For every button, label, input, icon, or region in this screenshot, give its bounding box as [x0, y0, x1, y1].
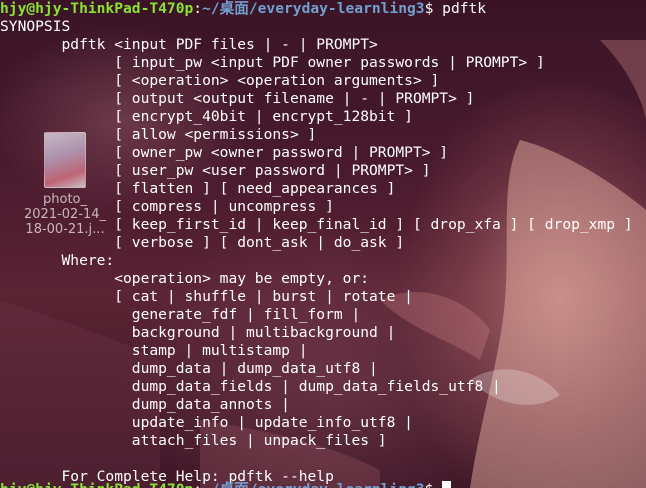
- prompt-separator: :: [193, 0, 203, 17]
- prompt-line: hjy@hjy-ThinkPad-T470p:~/桌面/everyday-lea…: [0, 0, 486, 18]
- output-line: [ <operation> <operation arguments> ]: [0, 72, 440, 89]
- output-line: dump_data_annots |: [0, 396, 290, 413]
- next-prompt-separator: :: [193, 481, 202, 488]
- next-prompt-path: ~/桌面/everyday-learnling3: [202, 481, 424, 488]
- output-line: [ owner_pw <owner password | PROMPT> ]: [0, 144, 449, 161]
- output-line: [ allow <permissions> ]: [0, 126, 317, 143]
- desktop: photo_ 2021-02-14_ 18-00-21.j... hjy@hjy…: [0, 0, 646, 488]
- output-line: [ output <output filename | - | PROMPT> …: [0, 90, 475, 107]
- output-line: [ flatten ] [ need_appearances ]: [0, 180, 396, 197]
- output-line: [ input_pw <input PDF owner passwords | …: [0, 54, 545, 71]
- output-line: background | multibackground |: [0, 324, 396, 341]
- output-line: dump_data_fields | dump_data_fields_utf8…: [0, 378, 501, 395]
- output-line: [ user_pw <user password | PROMPT> ]: [0, 162, 431, 179]
- output-line: pdftk <input PDF files | - | PROMPT>: [0, 36, 378, 53]
- output-line: [ verbose ] [ dont_ask | do_ask ]: [0, 234, 405, 251]
- output-line: update_info | update_info_utf8 |: [0, 414, 413, 431]
- output-line: [ compress | uncompress ]: [0, 198, 334, 215]
- output-line: [ encrypt_40bit | encrypt_128bit ]: [0, 108, 413, 125]
- next-prompt-user-host: hjy@hjy-ThinkPad-T470p: [0, 481, 193, 488]
- output-line: Where:: [0, 252, 115, 269]
- terminal-output[interactable]: hjy@hjy-ThinkPad-T470p:~/桌面/everyday-lea…: [0, 0, 646, 488]
- next-prompt-symbol: $: [425, 481, 434, 488]
- text-cursor: [442, 481, 452, 488]
- output-line: stamp | multistamp |: [0, 342, 308, 359]
- prompt-path: ~/桌面/everyday-learnling3: [202, 0, 425, 17]
- prompt-command: pdftk: [433, 0, 487, 17]
- output-line: SYNOPSIS: [0, 18, 71, 35]
- next-prompt-line: hjy@hjy-ThinkPad-T470p:~/桌面/everyday-lea…: [0, 481, 470, 488]
- prompt-user-host: hjy@hjy-ThinkPad-T470p: [0, 0, 194, 17]
- output-line: generate_fdf | fill_form |: [0, 306, 361, 323]
- output-line: [ cat | shuffle | burst | rotate |: [0, 288, 413, 305]
- output-line: [ keep_first_id | keep_final_id ] [ drop…: [0, 216, 633, 233]
- output-line: <operation> may be empty, or:: [0, 270, 370, 287]
- output-line: dump_data | dump_data_utf8 |: [0, 360, 378, 377]
- output-line: attach_files | unpack_files ]: [0, 432, 387, 449]
